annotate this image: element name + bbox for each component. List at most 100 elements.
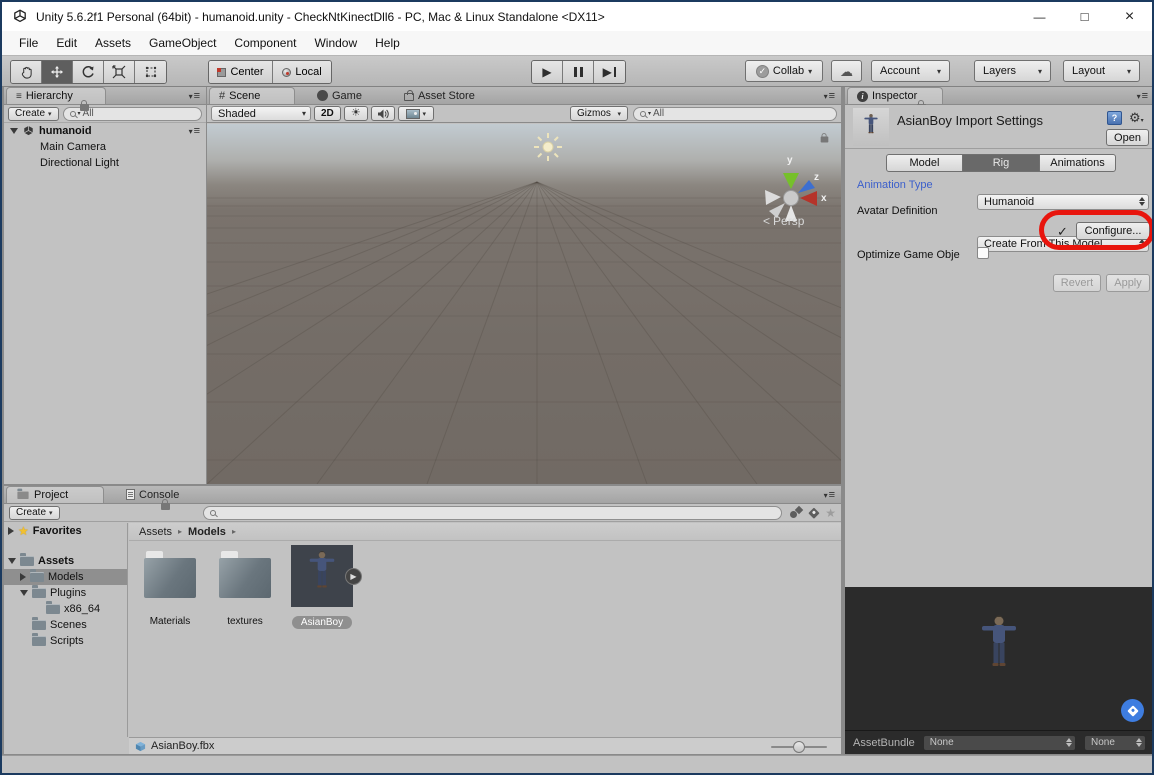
step-button[interactable]: ▶ bbox=[594, 61, 625, 83]
tab-project[interactable]: Project bbox=[6, 486, 104, 503]
search-by-label-icon[interactable] bbox=[808, 507, 819, 518]
tab-scene[interactable]: # Scene bbox=[209, 87, 295, 104]
collab-button[interactable]: Collab ▾ bbox=[745, 60, 823, 82]
layout-dropdown[interactable]: Layout ▾ bbox=[1063, 60, 1140, 82]
inspector-panel: Inspector AsianBoy Import Settings ⚙▾ Op… bbox=[845, 87, 1154, 754]
menu-help[interactable]: Help bbox=[366, 36, 409, 50]
effects-dropdown-button[interactable]: ▾ bbox=[398, 106, 434, 121]
hand-tool-button[interactable] bbox=[11, 61, 42, 83]
2d-toggle-button[interactable]: 2D bbox=[314, 106, 341, 121]
expander-down-icon[interactable] bbox=[10, 128, 18, 134]
menu-file[interactable]: File bbox=[10, 36, 47, 50]
tab-hierarchy[interactable]: ≡ Hierarchy bbox=[6, 87, 106, 104]
tab-animations-label: Animations bbox=[1050, 157, 1104, 169]
account-dropdown[interactable]: Account ▾ bbox=[871, 60, 950, 82]
breadcrumb-models[interactable]: Models bbox=[188, 526, 226, 538]
layers-dropdown[interactable]: Layers ▾ bbox=[974, 60, 1051, 82]
item-asianboy[interactable]: ▶ AsianBoy bbox=[287, 545, 357, 630]
project-panel: Project Console Create ▾ ★ bbox=[4, 486, 841, 754]
tree-favorites[interactable]: ★ Favorites bbox=[4, 523, 127, 539]
tab-game[interactable]: Game bbox=[309, 87, 370, 104]
play-button[interactable]: ▶ bbox=[532, 61, 563, 83]
tab-model[interactable]: Model bbox=[886, 154, 963, 172]
close-button[interactable]: × bbox=[1107, 2, 1152, 31]
slider-knob[interactable] bbox=[793, 741, 805, 753]
audio-toggle-button[interactable] bbox=[371, 106, 395, 121]
project-menu-icon[interactable] bbox=[824, 489, 835, 501]
expander-right-icon[interactable] bbox=[8, 527, 14, 535]
expand-asset-icon[interactable]: ▶ bbox=[345, 568, 362, 585]
maximize-button[interactable]: □ bbox=[1062, 2, 1107, 31]
persp-toggle[interactable]: < Persp bbox=[763, 214, 804, 228]
shading-mode-dropdown[interactable]: Shaded ▾ bbox=[211, 106, 311, 121]
scene-menu-icon[interactable] bbox=[189, 125, 200, 137]
project-create-button[interactable]: Create ▾ bbox=[9, 506, 60, 520]
expander-down-icon[interactable] bbox=[20, 590, 28, 596]
space-button[interactable]: Local bbox=[273, 61, 331, 83]
expander-right-icon[interactable] bbox=[20, 573, 26, 581]
rect-tool-button[interactable] bbox=[135, 61, 166, 83]
gear-icon[interactable]: ⚙▾ bbox=[1129, 109, 1144, 127]
thumbnail-size-slider[interactable] bbox=[771, 746, 827, 748]
menu-assets[interactable]: Assets bbox=[86, 36, 140, 50]
revert-button[interactable]: Revert bbox=[1053, 274, 1101, 292]
favorites-star-icon[interactable]: ★ bbox=[825, 507, 836, 519]
item-textures[interactable]: textures bbox=[212, 551, 278, 627]
breadcrumb-assets[interactable]: Assets bbox=[139, 526, 172, 538]
menu-window[interactable]: Window bbox=[305, 36, 366, 50]
scale-tool-button[interactable] bbox=[104, 61, 135, 83]
help-icon[interactable] bbox=[1107, 111, 1122, 125]
search-icon bbox=[70, 111, 76, 117]
inspector-menu-icon[interactable] bbox=[1137, 90, 1148, 102]
preview-area[interactable] bbox=[845, 587, 1154, 730]
project-lock-icon[interactable] bbox=[161, 503, 170, 510]
move-tool-button[interactable] bbox=[42, 61, 73, 83]
rotate-tool-button[interactable] bbox=[73, 61, 104, 83]
item-materials[interactable]: Materials bbox=[137, 551, 203, 627]
apply-button[interactable]: Apply bbox=[1106, 274, 1150, 292]
breadcrumb-arrow-icon: ▸ bbox=[178, 527, 182, 536]
expander-down-icon[interactable] bbox=[8, 558, 16, 564]
optimize-checkbox[interactable] bbox=[977, 247, 989, 259]
tree-assets[interactable]: Assets bbox=[4, 553, 127, 569]
animation-type-dropdown[interactable]: Humanoid bbox=[977, 194, 1149, 210]
tab-inspector[interactable]: Inspector bbox=[847, 87, 943, 104]
menu-gameobject[interactable]: GameObject bbox=[140, 36, 225, 50]
tree-scenes[interactable]: Scenes bbox=[4, 617, 127, 633]
search-by-type-icon[interactable] bbox=[790, 507, 801, 518]
lighting-toggle-button[interactable]: ☀ bbox=[344, 106, 368, 121]
sun-gizmo-icon[interactable] bbox=[533, 132, 563, 162]
scene-lock-icon[interactable] bbox=[821, 137, 829, 143]
pause-button[interactable] bbox=[563, 61, 594, 83]
hierarchy-create-button[interactable]: Create ▾ bbox=[8, 107, 59, 121]
scene-viewport[interactable]: y z x < Persp bbox=[207, 124, 841, 484]
scene-menu-icon[interactable] bbox=[824, 90, 835, 102]
tree-scripts[interactable]: Scripts bbox=[4, 633, 127, 649]
hierarchy-item-main-camera[interactable]: Main Camera bbox=[4, 139, 206, 155]
tab-console[interactable]: Console bbox=[118, 486, 187, 503]
tab-rig[interactable]: Rig bbox=[963, 154, 1039, 172]
tab-asset-store[interactable]: Asset Store bbox=[396, 87, 483, 104]
open-label: Open bbox=[1114, 132, 1141, 144]
tree-models[interactable]: Models bbox=[4, 569, 127, 585]
menu-edit[interactable]: Edit bbox=[47, 36, 86, 50]
asset-bundle-dropdown[interactable]: None bbox=[923, 735, 1076, 751]
hierarchy-menu-icon[interactable] bbox=[189, 90, 200, 102]
asset-bundle-variant-dropdown[interactable]: None bbox=[1084, 735, 1146, 751]
project-search-input[interactable] bbox=[203, 506, 783, 520]
tab-model-label: Model bbox=[910, 157, 940, 169]
hierarchy-item-directional-light[interactable]: Directional Light bbox=[4, 155, 206, 171]
pivot-button[interactable]: Center bbox=[209, 61, 273, 83]
tree-plugins[interactable]: Plugins bbox=[4, 585, 127, 601]
tab-animations[interactable]: Animations bbox=[1039, 154, 1116, 172]
open-button[interactable]: Open bbox=[1106, 129, 1149, 146]
hierarchy-scene-row[interactable]: humanoid bbox=[4, 123, 206, 139]
hierarchy-lock-icon[interactable] bbox=[80, 104, 89, 111]
scene-search-input[interactable]: ▾ All bbox=[633, 107, 837, 121]
cloud-button[interactable]: ☁ bbox=[831, 60, 862, 82]
menu-component[interactable]: Component bbox=[225, 36, 305, 50]
gizmos-dropdown[interactable]: Gizmos ▾ bbox=[570, 106, 628, 121]
asset-labels-button[interactable] bbox=[1121, 699, 1144, 722]
minimize-button[interactable]: — bbox=[1017, 2, 1062, 31]
tree-x86-64[interactable]: x86_64 bbox=[4, 601, 127, 617]
